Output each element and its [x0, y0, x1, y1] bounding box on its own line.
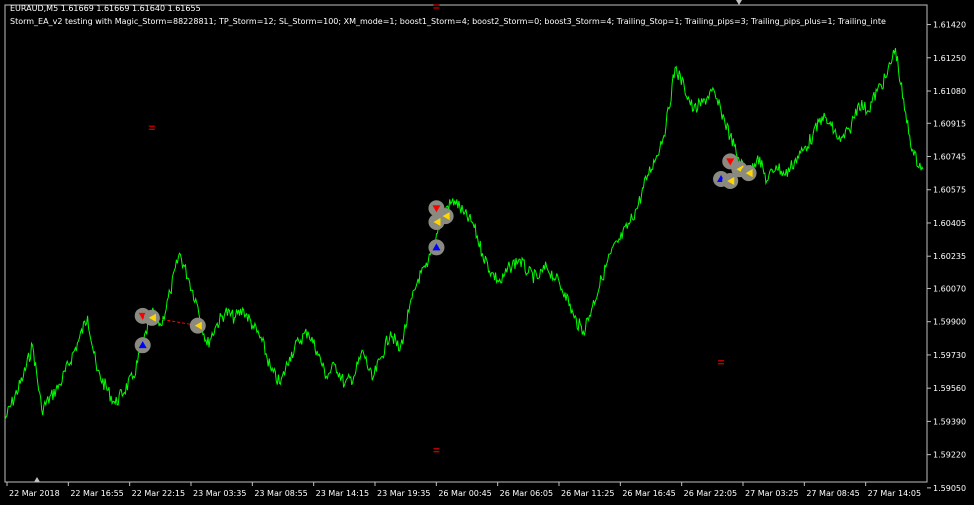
- x-tick-label: 23 Mar 03:35: [193, 489, 246, 498]
- x-tick-label: 23 Mar 19:35: [377, 489, 430, 498]
- y-tick-label: 1.60070: [933, 284, 966, 293]
- y-tick-label: 1.59900: [933, 318, 966, 327]
- x-tick-label: 27 Mar 08:45: [806, 489, 859, 498]
- close-marker: [428, 213, 445, 230]
- x-tick-label: 26 Mar 06:05: [500, 489, 553, 498]
- x-tick-label: 22 Mar 2018: [9, 489, 60, 498]
- x-tick-label: 27 Mar 03:25: [745, 489, 798, 498]
- buy-marker: [134, 337, 151, 354]
- x-tick-label: 26 Mar 16:45: [622, 489, 675, 498]
- y-tick-label: 1.60405: [933, 219, 966, 228]
- close-marker: [189, 317, 206, 334]
- y-tick-label: 1.59390: [933, 417, 966, 426]
- x-tick-label: 22 Mar 22:15: [132, 489, 185, 498]
- close-marker: [722, 172, 739, 189]
- y-tick-label: 1.60745: [933, 153, 966, 162]
- period-marker-icon: [34, 477, 40, 482]
- close-marker: [740, 165, 757, 182]
- y-tick-label: 1.59050: [933, 484, 966, 493]
- close-marker: [143, 309, 160, 326]
- x-tick-label: 23 Mar 14:15: [316, 489, 369, 498]
- price-chart[interactable]: 1.61420 1.61250 1.61080 1.60915 1.60745 1.605…: [0, 0, 974, 505]
- price-line-series: [4, 47, 924, 420]
- buy-marker: [428, 239, 445, 256]
- y-tick-label: 1.60575: [933, 186, 966, 195]
- y-tick-label: 1.61420: [933, 21, 966, 30]
- y-tick-label: 1.60915: [933, 119, 966, 128]
- y-tick-label: 1.60235: [933, 252, 966, 261]
- ea-settings-label: Storm_EA_v2 testing with Magic_Storm=882…: [10, 17, 886, 26]
- x-tick-label: 26 Mar 11:25: [561, 489, 614, 498]
- y-tick-label: 1.59220: [933, 451, 966, 460]
- x-tick-label: 23 Mar 08:55: [254, 489, 307, 498]
- x-tick-label: 26 Mar 00:45: [438, 489, 491, 498]
- plot-frame: [4, 4, 928, 483]
- symbol-quote-label: EURAUD,M5 1.61669 1.61669 1.61640 1.6165…: [10, 4, 201, 13]
- scroll-marker-icon: [736, 0, 742, 5]
- x-tick-label: 27 Mar 14:05: [868, 489, 921, 498]
- y-tick-label: 1.59730: [933, 351, 966, 360]
- y-tick-label: 1.59560: [933, 384, 966, 393]
- y-tick-label: 1.61080: [933, 87, 966, 96]
- x-tick-label: 22 Mar 16:55: [70, 489, 123, 498]
- x-tick-label: 26 Mar 22:05: [684, 489, 737, 498]
- y-tick-label: 1.61250: [933, 54, 966, 63]
